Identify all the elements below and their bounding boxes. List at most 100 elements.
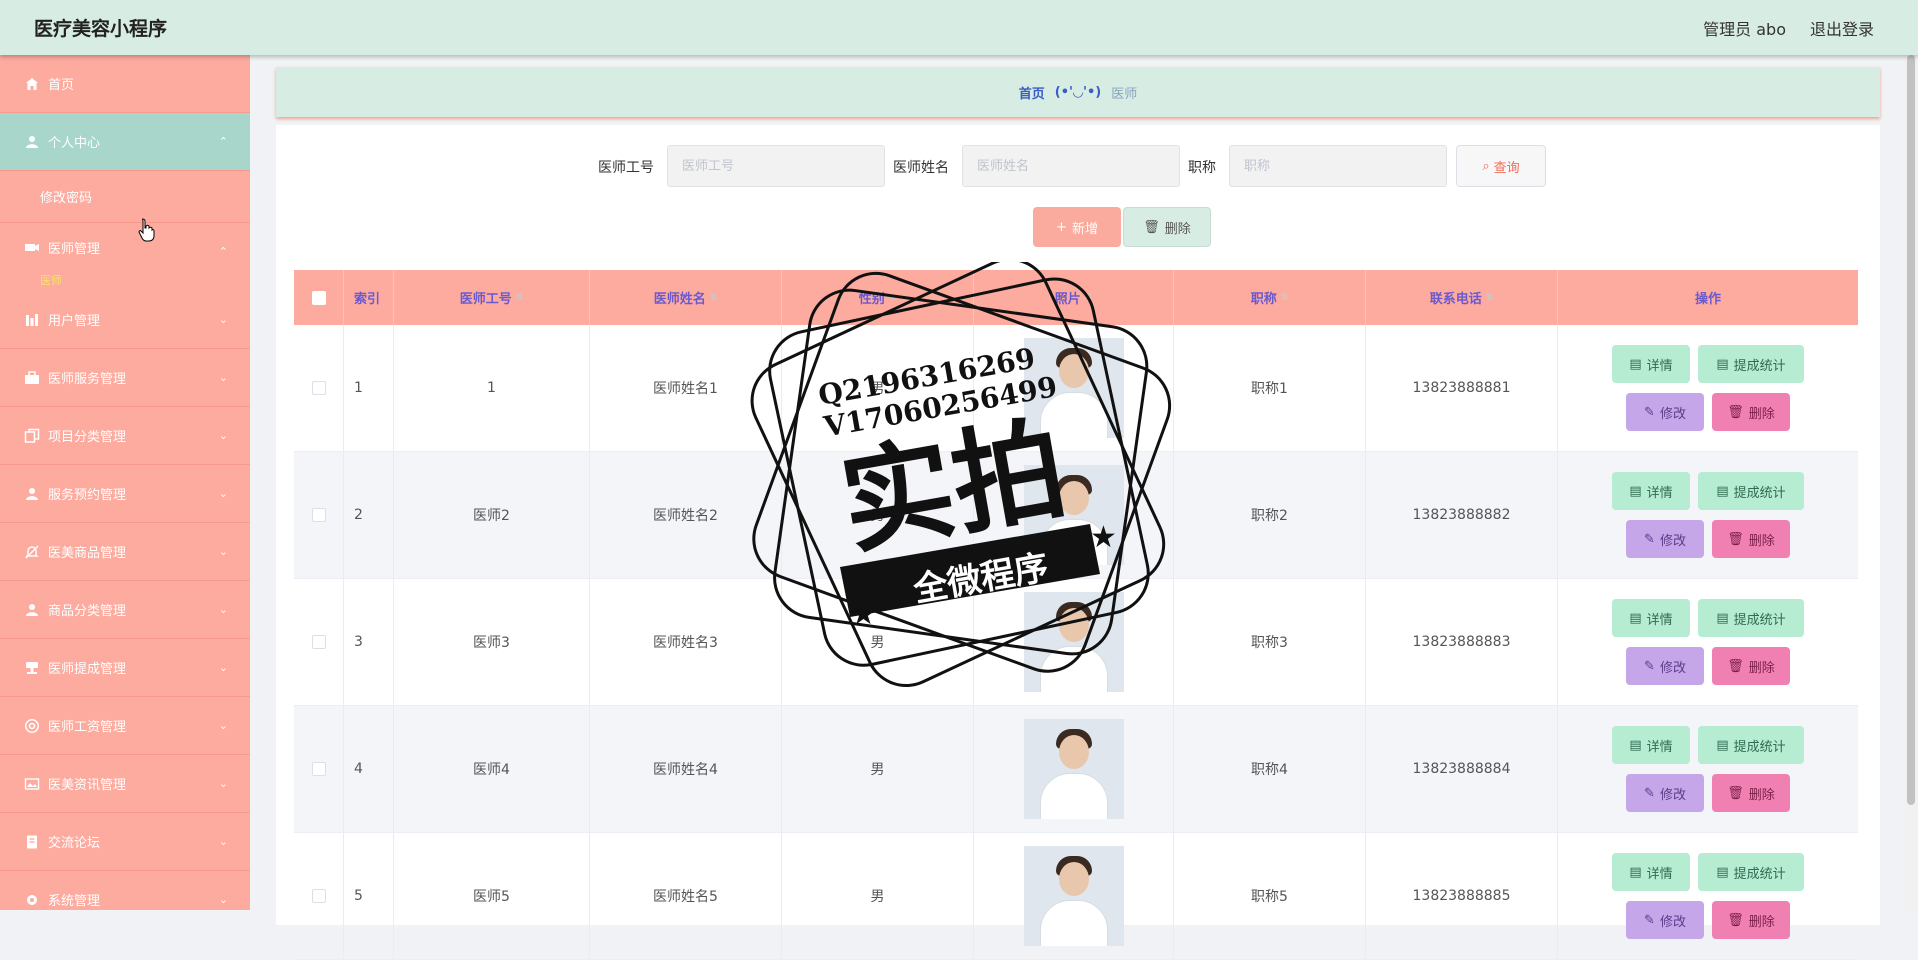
row-checkbox[interactable] — [311, 508, 326, 522]
camera-icon — [24, 239, 40, 255]
sidebar-sub-change-password[interactable]: 修改密码 — [0, 171, 250, 223]
sort-icon[interactable]: ⇅ — [516, 293, 524, 303]
delete-button[interactable]: 🗑 删除 — [1712, 647, 1790, 685]
doctor-photo[interactable] — [1023, 846, 1124, 946]
sidebar-item-label: 医师管理 — [48, 241, 101, 257]
header-gender[interactable]: 性别 ⇅ — [782, 270, 974, 325]
commission-stat-button[interactable]: ▤ 提成统计 — [1698, 726, 1804, 764]
row-checkbox[interactable] — [311, 381, 326, 395]
document-icon: ▤ — [1716, 610, 1729, 626]
delete-button[interactable]: 🗑 删除 — [1712, 393, 1790, 431]
header-photo[interactable]: 照片 ⇅ — [974, 270, 1174, 325]
home-icon — [24, 76, 40, 92]
sidebar-item-news[interactable]: 医美资讯管理 ⌄ — [0, 755, 250, 813]
sort-icon[interactable]: ⇅ — [1281, 293, 1289, 303]
header-phone[interactable]: 联系电话 ⇅ — [1366, 270, 1558, 325]
table-row: 5 医师5 医师姓名5 男 职称5 13823888885 ▤ 详情 ▤ 提成统计 ✎… — [294, 833, 1858, 960]
sidebar-item-label: 用户管理 — [48, 314, 101, 329]
scrollbar-thumb[interactable] — [1907, 55, 1915, 805]
doctor-photo[interactable] — [1023, 338, 1124, 438]
detail-button[interactable]: ▤ 详情 — [1612, 726, 1690, 764]
document-icon: ▤ — [1629, 864, 1642, 880]
trash-icon: 🗑 — [1727, 785, 1744, 801]
edit-button[interactable]: ✎ 修改 — [1626, 520, 1704, 558]
doctor-photo[interactable] — [1023, 719, 1124, 819]
edit-button[interactable]: ✎ 修改 — [1626, 647, 1704, 685]
title-input[interactable] — [1229, 145, 1447, 187]
notebook-icon — [24, 834, 40, 850]
cell-title: 职称3 — [1174, 579, 1366, 705]
document-icon: ▤ — [1716, 737, 1729, 753]
query-button[interactable]: ⌕ 查询 — [1456, 145, 1546, 187]
sidebar-item-commission[interactable]: 医师提成管理 ⌄ — [0, 639, 250, 697]
row-checkbox[interactable] — [311, 889, 326, 903]
batch-delete-button[interactable]: 🗑 删除 — [1123, 207, 1211, 247]
commission-stat-button[interactable]: ▤ 提成统计 — [1698, 472, 1804, 510]
commission-stat-button[interactable]: ▤ 提成统计 — [1698, 345, 1804, 383]
detail-button[interactable]: ▤ 详情 — [1612, 853, 1690, 891]
sidebar-item-project-category[interactable]: 项目分类管理 ⌄ — [0, 407, 250, 465]
sidebar-sub-doctor[interactable]: 医师 — [0, 271, 250, 291]
header-title[interactable]: 职称 ⇅ — [1174, 270, 1366, 325]
sidebar-item-label: 服务预约管理 — [48, 488, 127, 503]
sidebar-item-doctor[interactable]: 医师管理 ⌃ — [0, 223, 250, 271]
doctor-name-input[interactable] — [962, 145, 1180, 187]
commission-stat-button[interactable]: ▤ 提成统计 — [1698, 853, 1804, 891]
page-scrollbar[interactable] — [1904, 55, 1918, 910]
sidebar-item-home[interactable]: 首页 — [0, 55, 250, 113]
document-icon: ▤ — [1629, 483, 1642, 499]
sidebar-item-goods[interactable]: 医美商品管理 ⌄ — [0, 523, 250, 581]
select-all-checkbox[interactable] — [311, 290, 326, 305]
table-row: 3 医师3 医师姓名3 男 职称3 13823888883 ▤ 详情 ▤ 提成统计 ✎… — [294, 579, 1858, 706]
cell-photo — [974, 706, 1174, 832]
hand-cursor-icon — [138, 218, 155, 242]
sidebar-item-goods-category[interactable]: 商品分类管理 ⌄ — [0, 581, 250, 639]
sort-icon[interactable]: ⇅ — [889, 293, 897, 303]
delete-button[interactable]: 🗑 删除 — [1712, 520, 1790, 558]
cell-doctor-id: 1 — [394, 325, 590, 451]
logout-link[interactable]: 退出登录 — [1810, 16, 1874, 40]
sort-icon[interactable]: ⇅ — [1085, 293, 1093, 303]
sidebar-item-system[interactable]: 系统管理 ⌄ — [0, 871, 250, 910]
sidebar-item-users[interactable]: 用户管理 ⌄ — [0, 291, 250, 349]
breadcrumb-home[interactable]: 首页 — [1019, 83, 1045, 102]
edit-button[interactable]: ✎ 修改 — [1626, 774, 1704, 812]
document-icon: ▤ — [1629, 356, 1642, 372]
add-button[interactable]: + 新增 — [1033, 207, 1121, 247]
chevron-down-icon: ⌄ — [218, 603, 228, 616]
header-doctor-id[interactable]: 医师工号 ⇅ — [394, 270, 590, 325]
cell-title: 职称5 — [1174, 833, 1366, 959]
doctor-photo[interactable] — [1023, 592, 1124, 692]
header-doctor-name[interactable]: 医师姓名 ⇅ — [590, 270, 782, 325]
chevron-down-icon: ⌄ — [218, 429, 228, 442]
sidebar-item-label: 医师工资管理 — [48, 720, 127, 735]
chart-icon — [24, 312, 40, 328]
chevron-down-icon: ⌄ — [218, 661, 228, 674]
row-checkbox[interactable] — [311, 635, 326, 649]
edit-label: 修改 — [1659, 914, 1686, 930]
edit-button[interactable]: ✎ 修改 — [1626, 901, 1704, 939]
row-checkbox[interactable] — [311, 762, 326, 776]
doctor-photo[interactable] — [1023, 465, 1124, 565]
detail-button[interactable]: ▤ 详情 — [1612, 345, 1690, 383]
sidebar-item-personal[interactable]: 个人中心 ⌃ — [0, 113, 250, 171]
detail-label: 详情 — [1646, 739, 1673, 755]
cell-photo — [974, 579, 1174, 705]
detail-button[interactable]: ▤ 详情 — [1612, 599, 1690, 637]
doctor-id-input[interactable] — [667, 145, 885, 187]
commission-stat-button[interactable]: ▤ 提成统计 — [1698, 599, 1804, 637]
sort-icon[interactable]: ⇅ — [710, 293, 718, 303]
sidebar-item-forum[interactable]: 交流论坛 ⌄ — [0, 813, 250, 871]
cell-index: 5 — [344, 833, 394, 959]
delete-button[interactable]: 🗑 删除 — [1712, 774, 1790, 812]
sidebar-item-appointment[interactable]: 服务预约管理 ⌄ — [0, 465, 250, 523]
stat-label: 提成统计 — [1733, 485, 1786, 501]
delete-button[interactable]: 🗑 删除 — [1712, 901, 1790, 939]
trash-icon: 🗑 — [1727, 531, 1744, 547]
sidebar-item-doctor-service[interactable]: 医师服务管理 ⌄ — [0, 349, 250, 407]
sidebar-item-salary[interactable]: 医师工资管理 ⌄ — [0, 697, 250, 755]
header-label: 医师工号 — [459, 292, 512, 307]
sort-icon[interactable]: ⇅ — [1486, 293, 1494, 303]
detail-button[interactable]: ▤ 详情 — [1612, 472, 1690, 510]
edit-button[interactable]: ✎ 修改 — [1626, 393, 1704, 431]
